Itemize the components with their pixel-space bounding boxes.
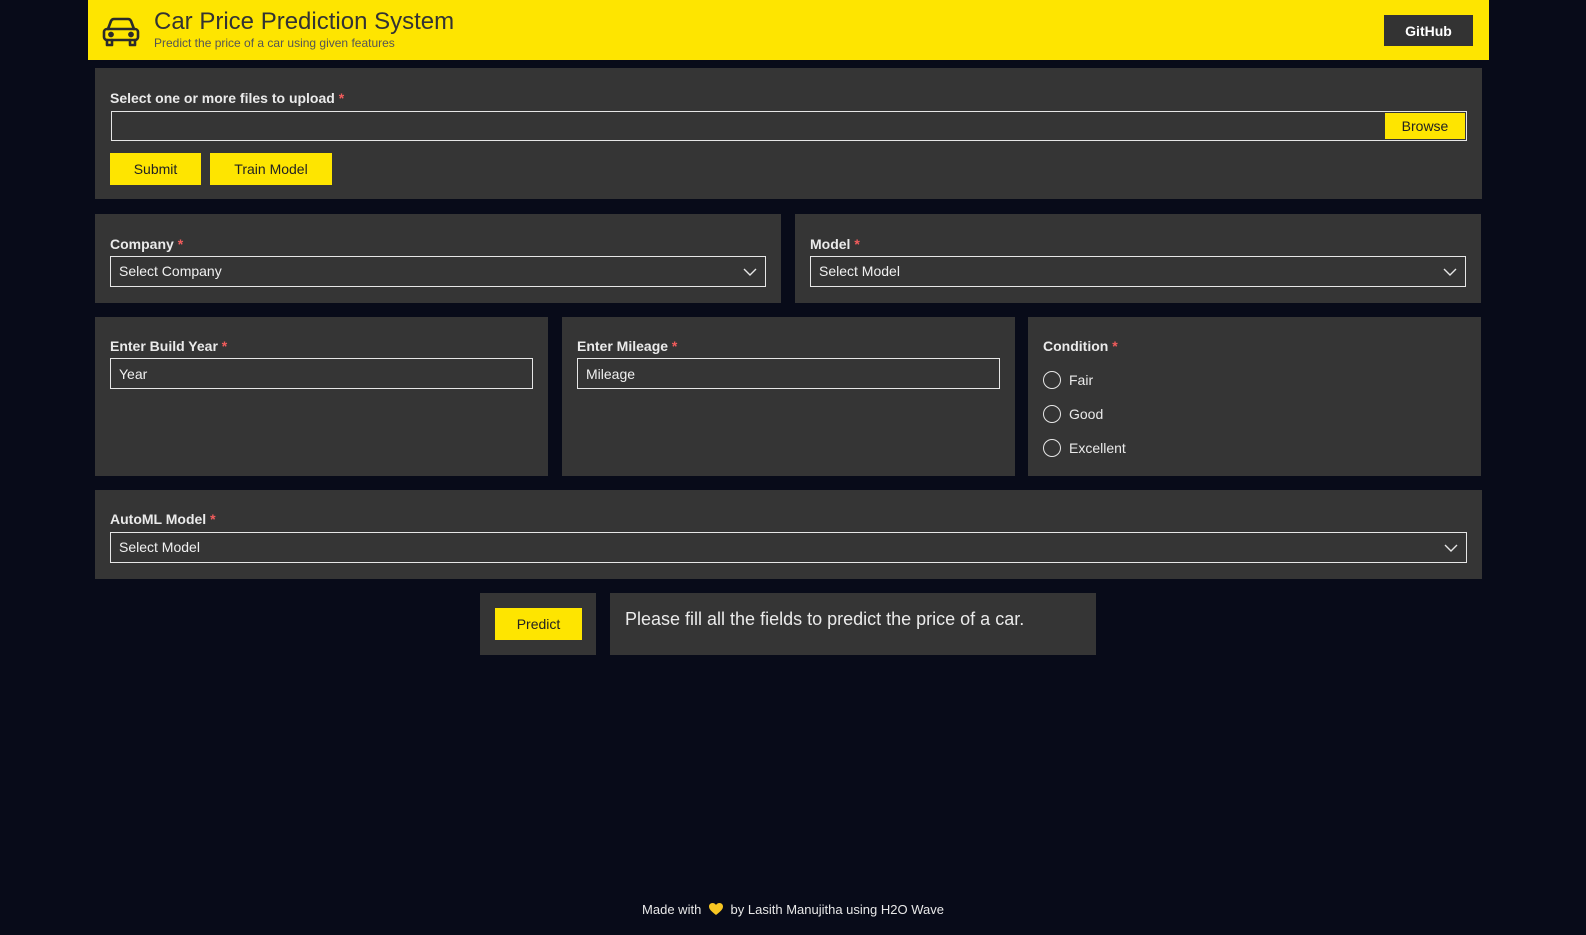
model-select-value: Select Model: [819, 263, 900, 279]
footer: Made with by Lasith Manujitha using H2O …: [642, 902, 944, 919]
condition-option-good[interactable]: Good: [1043, 403, 1103, 425]
required-mark: *: [671, 338, 678, 354]
build-year-label: Enter Build Year *: [110, 338, 228, 354]
browse-button[interactable]: Browse: [1385, 113, 1465, 139]
required-mark: *: [221, 338, 228, 354]
page-subtitle: Predict the price of a car using given f…: [154, 36, 395, 50]
condition-label: Condition *: [1043, 338, 1118, 354]
radio-button[interactable]: [1043, 405, 1061, 423]
model-select[interactable]: Select Model: [810, 256, 1466, 287]
predict-button[interactable]: Predict: [495, 608, 582, 640]
automl-model-select[interactable]: Select Model: [110, 532, 1467, 563]
github-button[interactable]: GitHub: [1384, 15, 1473, 46]
predict-card: Predict: [480, 593, 596, 655]
car-icon: [102, 17, 140, 52]
chevron-down-icon: [1444, 541, 1458, 560]
message-card: Please fill all the fields to predict th…: [610, 593, 1096, 655]
build-year-card: Enter Build Year *: [95, 317, 548, 476]
automl-select-value: Select Model: [119, 539, 200, 555]
company-label: Company *: [110, 236, 184, 252]
company-select[interactable]: Select Company: [110, 256, 766, 287]
submit-button[interactable]: Submit: [110, 153, 201, 185]
radio-button[interactable]: [1043, 371, 1061, 389]
train-model-button[interactable]: Train Model: [210, 153, 332, 185]
build-year-input[interactable]: [110, 358, 533, 389]
heart-icon: [708, 903, 723, 919]
company-card: Company * Select Company: [95, 214, 781, 303]
company-select-value: Select Company: [119, 263, 222, 279]
required-mark: *: [854, 236, 860, 252]
chevron-down-icon: [1443, 265, 1457, 284]
automl-card: AutoML Model * Select Model: [95, 490, 1482, 579]
condition-option-fair[interactable]: Fair: [1043, 369, 1093, 391]
mileage-card: Enter Mileage *: [562, 317, 1015, 476]
model-label: Model *: [810, 236, 860, 252]
model-card: Model * Select Model: [795, 214, 1481, 303]
required-mark: *: [338, 90, 345, 106]
upload-card: Select one or more files to upload * Bro…: [95, 68, 1482, 199]
automl-label: AutoML Model *: [110, 511, 216, 527]
prediction-message: Please fill all the fields to predict th…: [625, 609, 1025, 629]
mileage-input[interactable]: [577, 358, 1000, 389]
condition-option-excellent[interactable]: Excellent: [1043, 437, 1126, 459]
required-mark: *: [210, 511, 216, 527]
mileage-label: Enter Mileage *: [577, 338, 678, 354]
chevron-down-icon: [743, 265, 757, 284]
radio-button[interactable]: [1043, 439, 1061, 457]
required-mark: *: [177, 236, 184, 252]
page-title: Car Price Prediction System: [154, 8, 455, 35]
upload-label: Select one or more files to upload *: [110, 90, 345, 106]
condition-card: Condition * Fair Good Excellent: [1028, 317, 1481, 476]
app-header: Car Price Prediction System Predict the …: [88, 0, 1489, 60]
file-upload-input[interactable]: Browse: [111, 111, 1467, 141]
required-mark: *: [1112, 338, 1118, 354]
